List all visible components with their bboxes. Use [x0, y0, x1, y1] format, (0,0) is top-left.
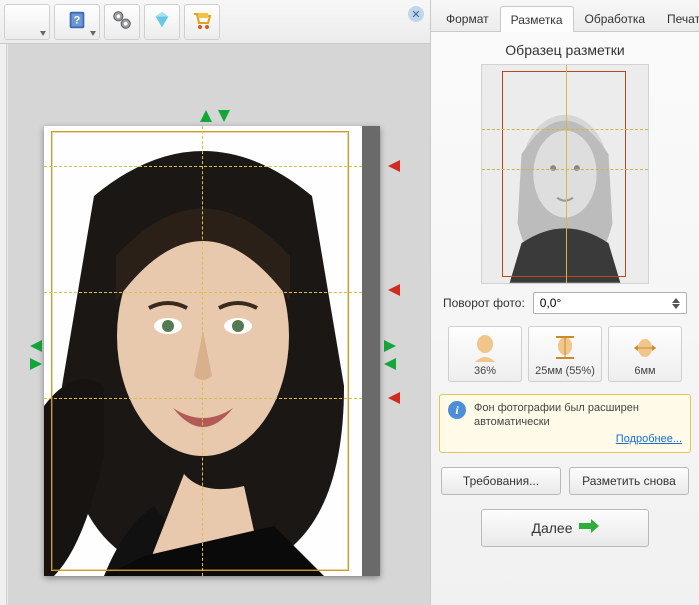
vertical-guide[interactable]	[202, 126, 203, 576]
toolbar-button-diamond[interactable]	[144, 4, 180, 40]
sample-horizontal-guide	[482, 169, 648, 170]
video-icon	[111, 9, 133, 34]
chevron-down-icon	[40, 31, 46, 36]
help-book-icon: ?	[66, 9, 88, 34]
diamond-icon	[151, 9, 173, 34]
next-button[interactable]: Далее	[481, 509, 649, 547]
side-panel: Формат Разметка Обработка Печать Образец…	[430, 0, 699, 605]
info-text: Фон фотографии был расширен автоматическ…	[474, 401, 682, 446]
resize-arrow-down-icon[interactable]	[218, 110, 230, 122]
rotation-input[interactable]: 0,0°	[533, 292, 687, 314]
metric-value: 25мм (55%)	[531, 365, 599, 377]
head-width-icon	[611, 333, 679, 363]
head-silhouette-icon	[451, 333, 519, 363]
tab-processing[interactable]: Обработка	[574, 5, 657, 31]
info-box: i Фон фотографии был расширен автоматиче…	[439, 394, 691, 453]
svg-text:?: ?	[74, 15, 81, 27]
rotation-row: Поворот фото: 0,0°	[431, 284, 699, 322]
resize-arrow-right-icon[interactable]	[384, 340, 396, 352]
metric-value: 6мм	[611, 365, 679, 377]
photo-container[interactable]	[44, 126, 380, 576]
resize-arrow-up-icon[interactable]	[200, 110, 212, 122]
sample-title: Образец разметки	[431, 32, 699, 64]
guide-marker-icon[interactable]	[388, 284, 400, 296]
toolbar-button-video[interactable]	[104, 4, 140, 40]
tab-bar: Формат Разметка Обработка Печать	[431, 0, 699, 32]
main-toolbar: ? ✕	[0, 0, 430, 44]
sample-crop-frame	[502, 71, 626, 277]
metric-head-percent[interactable]: 36%	[448, 326, 522, 382]
action-buttons-row: Требования... Разметить снова	[431, 461, 699, 501]
metric-head-mm[interactable]: 25мм (55%)	[528, 326, 602, 382]
rotation-label: Поворот фото:	[443, 296, 525, 310]
resize-arrow-left-icon[interactable]	[384, 358, 396, 370]
next-button-label: Далее	[531, 520, 572, 536]
metrics-row: 36% 25мм (55%) 6мм	[431, 322, 699, 386]
info-more-link[interactable]: Подробнее...	[474, 432, 682, 446]
rotation-value: 0,0°	[540, 296, 561, 310]
guide-marker-icon[interactable]	[388, 160, 400, 172]
horizontal-guide-chin[interactable]	[44, 398, 362, 399]
metric-value: 36%	[451, 365, 519, 377]
sample-horizontal-guide	[482, 129, 648, 130]
head-height-icon	[531, 333, 599, 363]
remark-button[interactable]: Разметить снова	[569, 467, 689, 495]
sample-preview	[481, 64, 649, 284]
arrow-right-icon	[579, 519, 599, 536]
resize-arrow-left-icon[interactable]	[30, 340, 42, 352]
subject-face-illustration	[44, 126, 362, 576]
photo-image	[44, 126, 362, 576]
info-icon: i	[448, 401, 466, 419]
tab-markup[interactable]: Разметка	[500, 6, 574, 32]
tab-print[interactable]: Печать	[656, 5, 699, 31]
spinner-arrows-icon[interactable]	[672, 298, 680, 309]
sample-vertical-guide	[566, 65, 567, 283]
horizontal-guide-eyes[interactable]	[44, 292, 362, 293]
toolbar-button-cart[interactable]	[184, 4, 220, 40]
toolbar-button-dropdown[interactable]	[4, 4, 50, 40]
guide-marker-icon[interactable]	[388, 392, 400, 404]
close-icon[interactable]: ✕	[408, 6, 424, 22]
canvas-area	[8, 44, 430, 605]
tab-format[interactable]: Формат	[435, 5, 500, 31]
resize-arrow-right-icon[interactable]	[30, 358, 42, 370]
horizontal-guide-top[interactable]	[44, 166, 362, 167]
metric-width-mm[interactable]: 6мм	[608, 326, 682, 382]
cart-icon	[190, 8, 214, 35]
toolbar-button-help[interactable]: ?	[54, 4, 100, 40]
left-gutter	[0, 44, 7, 605]
chevron-down-icon	[90, 31, 96, 36]
requirements-button[interactable]: Требования...	[441, 467, 561, 495]
